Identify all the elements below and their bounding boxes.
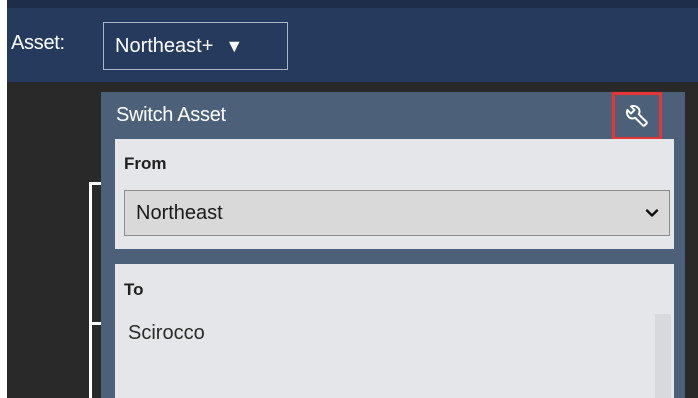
- from-select[interactable]: Northeast: [124, 190, 670, 236]
- to-listbox[interactable]: Scirocco: [117, 314, 657, 398]
- asset-dropdown[interactable]: Northeast+ ▼: [103, 22, 288, 70]
- to-list-scrollbar[interactable]: [655, 314, 671, 398]
- app-frame: Asset: Northeast+ ▼ Switch Asset From No…: [0, 0, 698, 398]
- caret-down-icon: ▼: [225, 35, 244, 56]
- from-section: From Northeast: [115, 139, 674, 249]
- asset-dropdown-value: Northeast+: [115, 34, 214, 57]
- from-label: From: [124, 154, 167, 173]
- tools-button[interactable]: [612, 92, 662, 140]
- left-edge: [0, 0, 7, 398]
- list-item[interactable]: Scirocco: [128, 322, 205, 345]
- to-label: To: [124, 280, 144, 299]
- from-select-value: Northeast: [136, 201, 223, 224]
- switch-asset-panel: Switch Asset From Northeast To Scirocco: [101, 92, 685, 398]
- to-section: To Scirocco: [115, 264, 674, 398]
- wrench-icon: [625, 104, 648, 127]
- chevron-down-icon: [645, 209, 659, 217]
- panel-title: Switch Asset: [116, 104, 226, 126]
- top-bar: Asset: Northeast+ ▼: [7, 0, 698, 82]
- asset-label: Asset:: [11, 32, 65, 54]
